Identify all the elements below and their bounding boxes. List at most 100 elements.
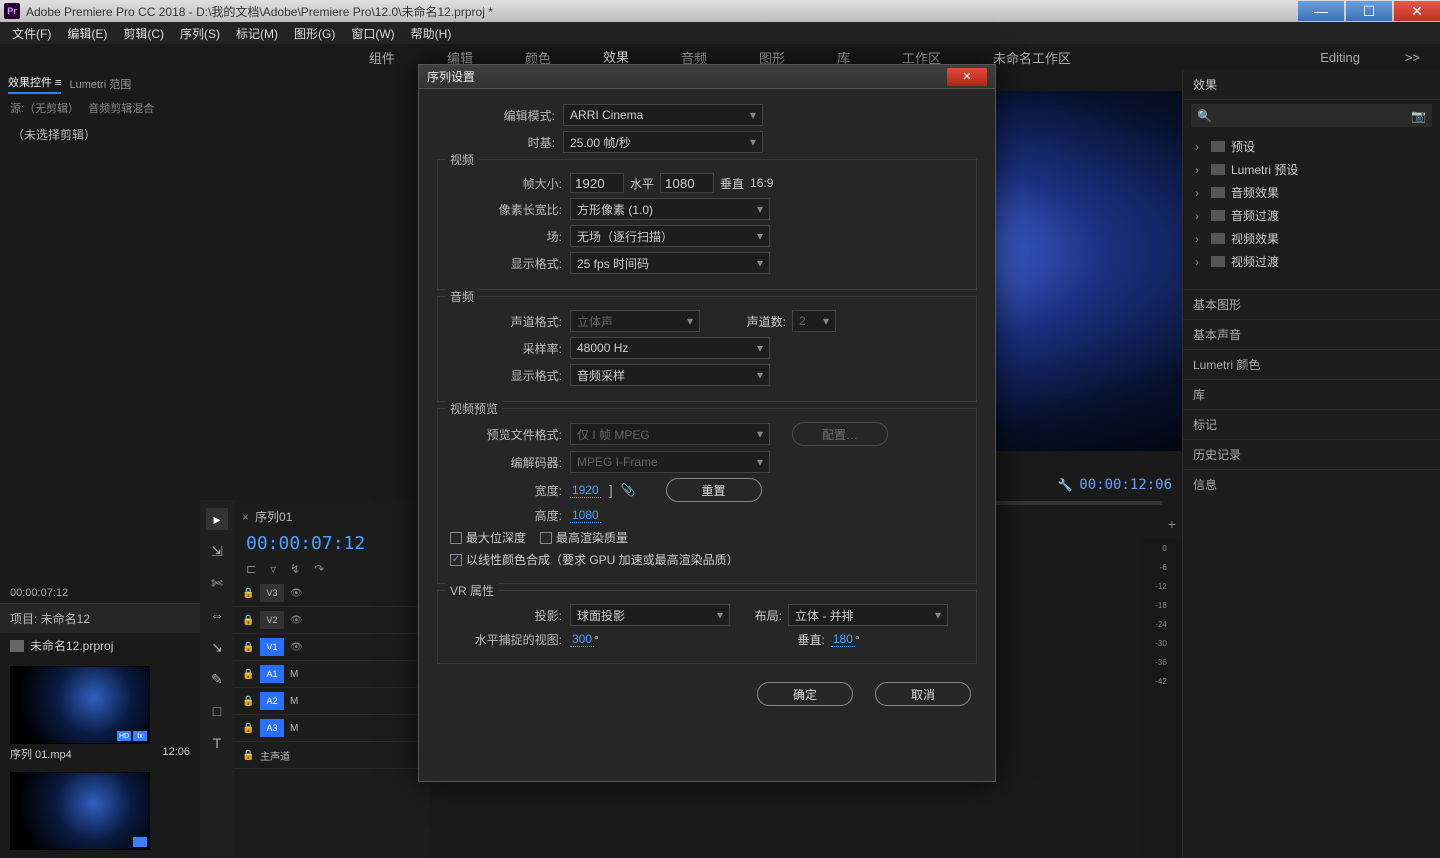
window-maximize-button[interactable]: ☐	[1346, 1, 1392, 21]
tl-snap-icon[interactable]: ⊏	[246, 562, 256, 576]
eye-icon[interactable]: 👁	[290, 615, 303, 626]
par-dropdown[interactable]: 方形像素 (1.0)	[570, 198, 770, 220]
tool-ripple[interactable]: ✄	[206, 572, 228, 594]
ok-button[interactable]: 确定	[757, 682, 853, 706]
track-a3[interactable]: A3	[260, 719, 284, 737]
fields-dropdown[interactable]: 无场（逐行扫描）	[570, 225, 770, 247]
checkbox-max-depth[interactable]: 最大位深度	[450, 529, 526, 546]
fx-audio-transitions[interactable]: ›音频过渡	[1183, 204, 1440, 227]
audio-display-dropdown[interactable]: 音频采样	[570, 364, 770, 386]
project-panel-tab[interactable]: 项目: 未命名12	[0, 603, 200, 633]
menu-edit[interactable]: 编辑(E)	[61, 23, 113, 44]
eye-icon[interactable]: 👁	[290, 642, 303, 653]
menu-file[interactable]: 文件(F)	[6, 23, 57, 44]
panel-essential-graphics[interactable]: 基本图形	[1183, 289, 1440, 319]
reset-button[interactable]: 重置	[666, 478, 762, 502]
edit-mode-dropdown[interactable]: ARRI Cinema	[563, 104, 763, 126]
h-capture-value[interactable]: 300	[570, 632, 594, 647]
panel-essential-sound[interactable]: 基本声音	[1183, 319, 1440, 349]
v-capture-value[interactable]: 180	[831, 632, 855, 647]
lock-icon[interactable]: 🔒	[242, 642, 254, 653]
tl-link-icon[interactable]: ↯	[290, 562, 300, 576]
tab-source[interactable]: 源:（无剪辑）	[10, 103, 79, 115]
frame-height-input[interactable]	[660, 173, 714, 193]
cancel-button[interactable]: 取消	[875, 682, 971, 706]
preview-height-link[interactable]: 1080	[570, 508, 601, 523]
tab-audio-mixer[interactable]: 音频剪辑混合	[88, 103, 154, 115]
menu-window[interactable]: 窗口(W)	[345, 23, 400, 44]
lock-icon[interactable]: 🔒	[242, 750, 254, 761]
tool-type[interactable]: T	[206, 732, 228, 754]
window-close-button[interactable]: ✕	[1394, 1, 1440, 21]
timebase-dropdown[interactable]: 25.00 帧/秒	[563, 131, 763, 153]
tool-razor[interactable]: ⇔	[206, 604, 228, 626]
panel-history[interactable]: 历史记录	[1183, 439, 1440, 469]
projection-dropdown[interactable]: 球面投影	[570, 604, 730, 626]
lock-icon[interactable]: 🔒	[242, 723, 254, 734]
lock-icon[interactable]: 🔒	[242, 615, 254, 626]
menu-clip[interactable]: 剪辑(C)	[117, 23, 170, 44]
window-minimize-button[interactable]: —	[1298, 1, 1344, 21]
ws-assembly[interactable]: 组件	[363, 44, 401, 71]
ws-unnamed[interactable]: 未命名工作区	[987, 44, 1077, 71]
track-a1[interactable]: A1	[260, 665, 284, 683]
tool-hand[interactable]: □	[206, 700, 228, 722]
timeline-timecode[interactable]: 00:00:07:12	[234, 529, 430, 558]
effects-search-input[interactable]	[1218, 108, 1405, 123]
clip-thumbnail-1[interactable]: HDfx	[10, 666, 150, 744]
display-format-dropdown[interactable]: 25 fps 时间码	[570, 252, 770, 274]
fx-video-effects[interactable]: ›视频效果	[1183, 227, 1440, 250]
panel-lumetri-color[interactable]: Lumetri 颜色	[1183, 349, 1440, 379]
fx-presets[interactable]: ›预设	[1183, 135, 1440, 158]
ws-editing-en[interactable]: Editing	[1320, 50, 1360, 65]
mute-icon[interactable]: M	[290, 723, 298, 734]
lock-icon[interactable]: 🔒	[242, 669, 254, 680]
tab-lumetri-scopes[interactable]: Lumetri 范围	[69, 76, 131, 92]
mute-icon[interactable]: M	[290, 696, 298, 707]
fx-lumetri-presets[interactable]: ›Lumetri 预设	[1183, 158, 1440, 181]
tab-effect-controls[interactable]: 效果控件 ≡	[8, 74, 61, 94]
button-editor-icon[interactable]: +	[1168, 516, 1176, 532]
tool-track-select[interactable]: ⇲	[206, 540, 228, 562]
checkbox-linear-color[interactable]: ✓以线性颜色合成（要求 GPU 加速或最高渲染品质）	[450, 551, 739, 568]
fx-video-transitions[interactable]: ›视频过渡	[1183, 250, 1440, 273]
program-right-timecode[interactable]: 00:00:12:06	[1079, 477, 1172, 493]
panel-markers[interactable]: 标记	[1183, 409, 1440, 439]
tl-marker-icon[interactable]: ▿	[270, 562, 276, 576]
menu-graphics[interactable]: 图形(G)	[288, 23, 341, 44]
checkbox-max-quality[interactable]: 最高渲染质量	[540, 529, 628, 546]
track-v2[interactable]: V2	[260, 611, 284, 629]
tool-slip[interactable]: ↘	[206, 636, 228, 658]
track-master[interactable]: 主声道	[260, 748, 290, 763]
track-a2[interactable]: A2	[260, 692, 284, 710]
panel-libraries[interactable]: 库	[1183, 379, 1440, 409]
eye-icon[interactable]: 👁	[290, 588, 303, 599]
mute-icon[interactable]: M	[290, 669, 298, 680]
new-bin-icon[interactable]: 📷	[1411, 109, 1426, 123]
effects-panel-title[interactable]: 效果	[1183, 70, 1440, 100]
clip-thumbnail-2[interactable]	[10, 772, 150, 850]
wrench-icon[interactable]: 🔧	[1058, 478, 1073, 492]
seq-close-icon[interactable]: ×	[242, 510, 249, 524]
sample-rate-dropdown[interactable]: 48000 Hz	[570, 337, 770, 359]
tl-settings-icon[interactable]: ↷	[314, 562, 324, 576]
dialog-close-button[interactable]: ✕	[947, 68, 987, 86]
sequence-tab[interactable]: 序列01	[255, 508, 292, 525]
tool-selection[interactable]: ▸	[206, 508, 228, 530]
menu-marker[interactable]: 标记(M)	[230, 23, 284, 44]
lock-icon[interactable]: 🔒	[242, 588, 254, 599]
track-v3[interactable]: V3	[260, 584, 284, 602]
lock-icon[interactable]: 🔒	[242, 696, 254, 707]
ws-more-button[interactable]: >>	[1405, 50, 1420, 65]
menu-help[interactable]: 帮助(H)	[405, 23, 458, 44]
frame-width-input[interactable]	[570, 173, 624, 193]
clip-name-1[interactable]: 序列 01.mp4	[10, 746, 72, 762]
preview-width-link[interactable]: 1920	[570, 483, 601, 498]
menu-sequence[interactable]: 序列(S)	[174, 23, 226, 44]
layout-dropdown[interactable]: 立体 - 并排	[788, 604, 948, 626]
link-icon[interactable]: 📎	[621, 483, 636, 497]
fx-audio-effects[interactable]: ›音频效果	[1183, 181, 1440, 204]
tool-pen[interactable]: ✎	[206, 668, 228, 690]
panel-info[interactable]: 信息	[1183, 469, 1440, 499]
track-v1[interactable]: V1	[260, 638, 284, 656]
